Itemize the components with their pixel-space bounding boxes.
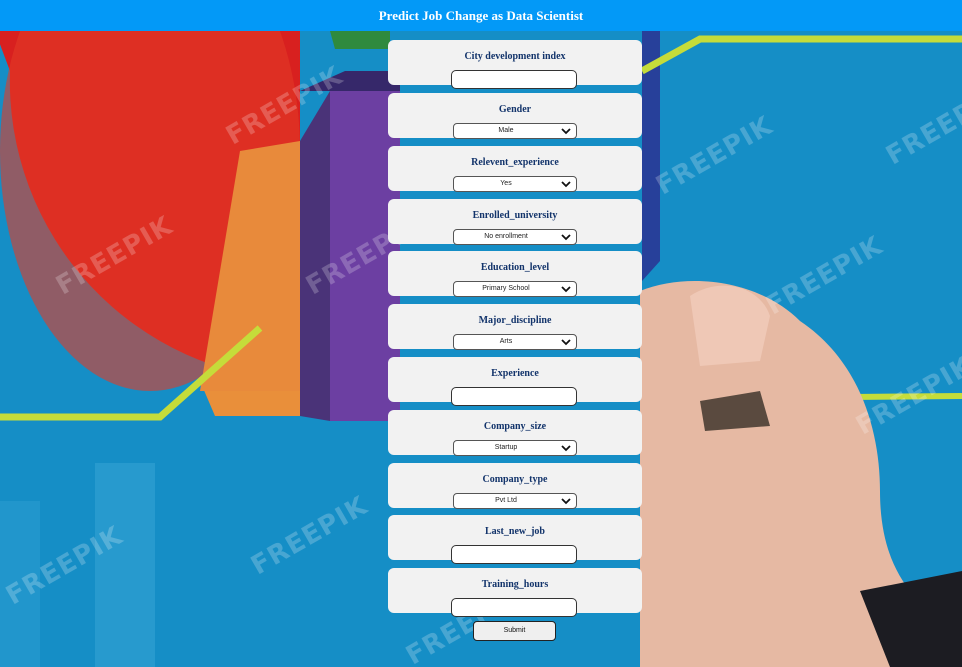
field-company-type: Company_type Pvt Ltd <box>388 463 642 509</box>
select-value: Primary School <box>482 285 530 292</box>
field-label: Relevent_experience <box>471 157 559 168</box>
field-last-new-job: Last_new_job <box>388 515 642 564</box>
relevent-experience-select[interactable]: Yes <box>453 176 577 192</box>
field-company-size: Company_size Startup <box>388 410 642 456</box>
chevron-down-icon <box>561 445 571 452</box>
submit-button[interactable]: Submit <box>473 621 556 641</box>
field-label: Education_level <box>480 262 550 273</box>
field-label: Major_discipline <box>478 315 552 326</box>
field-label: Experience <box>491 368 539 379</box>
select-value: Male <box>498 127 514 134</box>
field-enrolled-university: Enrolled_university No enrollment <box>388 199 642 245</box>
chevron-down-icon <box>561 339 571 346</box>
city-development-index-input[interactable] <box>451 70 577 89</box>
experience-input[interactable] <box>451 387 577 406</box>
chevron-down-icon <box>561 181 571 188</box>
field-major-discipline: Major_discipline Arts <box>388 304 642 350</box>
select-value: Arts <box>499 338 513 345</box>
field-label: Training_hours <box>481 579 549 590</box>
select-value: Startup <box>494 444 518 451</box>
chevron-down-icon <box>561 286 571 293</box>
field-education-level: Education_level Primary School <box>388 251 642 297</box>
gender-select[interactable]: Male <box>453 123 577 139</box>
select-value: Pvt Ltd <box>495 497 517 504</box>
last-new-job-input[interactable] <box>451 545 577 564</box>
training-hours-input[interactable] <box>451 598 577 617</box>
select-value: Yes <box>500 180 512 187</box>
chevron-down-icon <box>561 128 571 135</box>
company-type-select[interactable]: Pvt Ltd <box>453 493 577 509</box>
field-gender: Gender Male <box>388 93 642 139</box>
education-level-select[interactable]: Primary School <box>453 281 577 297</box>
field-label: Company_size <box>483 421 547 432</box>
field-training-hours: Training_hours <box>388 568 642 617</box>
field-relevent-experience: Relevent_experience Yes <box>388 146 642 192</box>
field-label: Company_type <box>482 474 548 485</box>
field-label: Last_new_job <box>484 526 545 537</box>
enrolled-university-select[interactable]: No enrollment <box>453 229 577 245</box>
company-size-select[interactable]: Startup <box>453 440 577 456</box>
chevron-down-icon <box>561 498 571 505</box>
chevron-down-icon <box>561 234 571 241</box>
field-experience: Experience <box>388 357 642 406</box>
field-label: Gender <box>498 104 532 115</box>
select-value: No enrollment <box>484 233 528 240</box>
field-label: City development index <box>464 51 566 62</box>
field-city-development-index: City development index <box>388 40 642 89</box>
field-label: Enrolled_university <box>472 210 558 221</box>
major-discipline-select[interactable]: Arts <box>453 334 577 350</box>
page-title: Predict Job Change as Data Scientist <box>0 0 962 31</box>
